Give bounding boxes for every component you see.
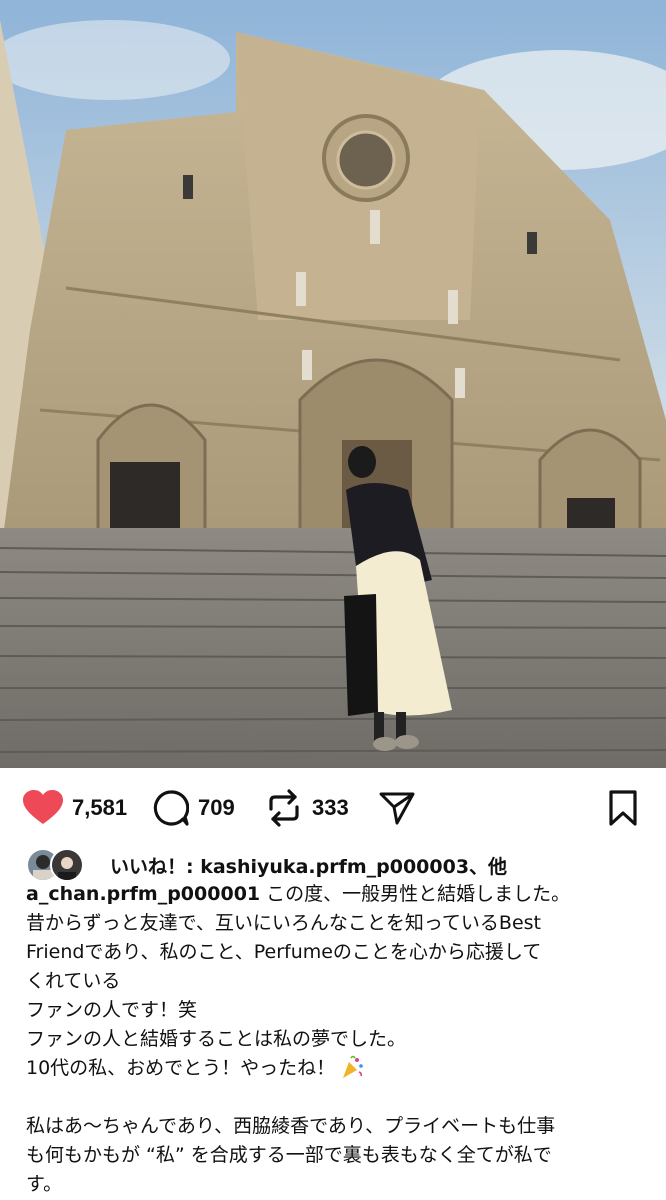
comment-icon[interactable] [152, 789, 190, 827]
liked-by-row[interactable]: いいね！: kashiyuka.prfm_p000003、他 [26, 846, 646, 882]
party-popper-icon [339, 1054, 365, 1080]
post-photo[interactable] [0, 0, 666, 768]
caption-line: ファンの人と結婚することは私の夢でした。 [26, 1028, 407, 1050]
caption-line: す。 [26, 1173, 63, 1195]
caption-line: も何もかもが “私” を合成する一部で裏も表もなく全てが私で [26, 1144, 552, 1166]
bookmark-icon[interactable] [606, 789, 640, 827]
like-count[interactable]: 7,581 [72, 797, 127, 819]
cathedral-photo [0, 0, 666, 768]
caption-line: 10代の私、おめでとう！やったね！ [26, 1057, 336, 1079]
post-caption: a_chan.prfm_p000001 この度、一般男性と結婚しました。 昔から… [26, 880, 646, 1199]
caption-line: 昔からずっと友達で、互いにいろんなことを知っているBest [26, 912, 541, 934]
avatar [50, 848, 84, 882]
caption-line: 私はあ～ちゃんであり、西脇綾香であり、プライベートも仕事 [26, 1115, 556, 1137]
caption-line: ファンの人です！笑 [26, 999, 198, 1021]
repost-icon[interactable] [266, 788, 302, 828]
share-icon[interactable] [378, 789, 416, 827]
comment-count[interactable]: 709 [198, 797, 235, 819]
caption-line: Friendであり、私のこと、Perfumeのことを心から応援して [26, 941, 542, 963]
liked-by-text[interactable]: いいね！: kashiyuka.prfm_p000003、他 [110, 852, 507, 879]
caption-line: くれている [26, 970, 121, 992]
heart-icon[interactable] [22, 788, 64, 828]
caption-username[interactable]: a_chan.prfm_p000001 [26, 883, 260, 905]
caption-line: この度、一般男性と結婚しました。 [260, 883, 571, 905]
repost-count[interactable]: 333 [312, 797, 349, 819]
